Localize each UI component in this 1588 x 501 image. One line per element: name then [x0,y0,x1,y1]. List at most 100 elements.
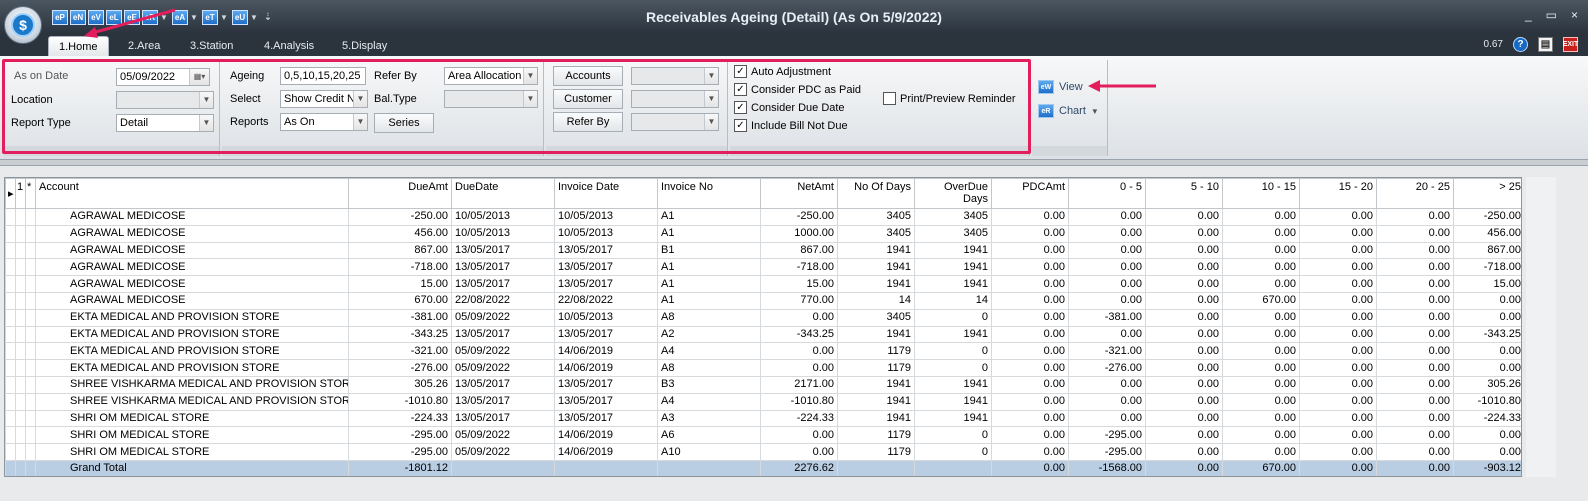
row-indicator-cell [25,342,36,361]
table-cell: 0.00 [1299,409,1377,428]
column-header-netamt[interactable]: NetAmt [760,178,838,209]
table-row[interactable]: AGRAWAL MEDICOSE -250.00 10/05/2013 10/05/2… [5,208,1521,226]
table-cell: A2 [657,325,761,344]
bal-type-select[interactable]: ▼ [444,90,538,108]
table-row[interactable]: SHREE VISHKARMA MEDICAL AND PROVISION ST… [5,392,1521,411]
table-cell: -224.33 [1453,409,1521,428]
auto-adjustment-checkbox[interactable]: ✓ Auto Adjustment [734,65,831,78]
table-cell: -250.00 [348,208,452,226]
app-menu-orb[interactable]: $ [4,6,42,44]
table-row[interactable]: SHRI OM MEDICAL STORE -295.00 05/09/2022 14… [5,443,1521,461]
accounts-button[interactable]: Accounts [553,66,623,86]
close-button[interactable]: × [1571,8,1578,22]
column-header-10-15[interactable]: 10 - 15 [1222,178,1300,209]
maximize-button[interactable]: ▭ [1546,8,1557,22]
chevron-down-icon[interactable]: ▼ [1091,107,1099,116]
table-cell: 0.00 [1145,342,1223,361]
table-row[interactable]: EKTA MEDICAL AND PROVISION STORE -343.25 1… [5,325,1521,344]
column-header-invoice-date[interactable]: Invoice Date [554,178,658,209]
column-header-5-10[interactable]: 5 - 10 [1145,178,1223,209]
chevron-down-icon[interactable]: ▼ [353,91,367,107]
table-cell: 13/05/2017 [451,375,555,394]
column-header-pdcamt[interactable]: PDCAmt [991,178,1069,209]
table-row[interactable]: AGRAWAL MEDICOSE 670.00 22/08/2022 22/08/20… [5,291,1521,310]
chevron-down-icon[interactable]: ▼ [523,68,537,84]
report-type-select[interactable]: Detail ▼ [116,114,214,132]
table-row[interactable]: AGRAWAL MEDICOSE 867.00 13/05/2017 13/05/20… [5,241,1521,260]
tab-analysis[interactable]: 4.Analysis [254,36,324,56]
ageing-input[interactable]: 0,5,10,15,20,25 [280,67,366,85]
chevron-down-icon[interactable]: ▼ [199,115,213,131]
chevron-down-icon[interactable]: ▼ [704,91,718,107]
table-row[interactable]: SHRI OM MEDICAL STORE -224.33 13/05/2017 13… [5,409,1521,428]
table-cell: A8 [657,308,761,327]
row-indicator-cell [25,224,36,243]
table-cell [451,459,555,476]
table-row[interactable]: EKTA MEDICAL AND PROVISION STORE -381.00 0… [5,308,1521,327]
table-row[interactable]: AGRAWAL MEDICOSE -718.00 13/05/2017 13/05/2… [5,258,1521,277]
group-footer [4,146,219,156]
column-header-no-of-days[interactable]: No Of Days [837,178,915,209]
table-cell: 10/05/2013 [554,308,658,327]
as-on-date-field[interactable]: 05/09/2022 ▦▾ [116,68,210,86]
column-header-overdue-days[interactable]: OverDue Days [914,178,992,209]
series-button[interactable]: Series [374,113,434,133]
table-cell: EKTA MEDICAL AND PROVISION STORE [35,342,349,361]
refer-by-button[interactable]: Refer By [553,112,623,132]
column-header-20-25[interactable]: 20 - 25 [1376,178,1454,209]
chevron-down-icon[interactable]: ▼ [704,114,718,130]
accounts-select[interactable]: ▼ [631,67,719,85]
table-cell: 0.00 [1222,208,1300,226]
table-row[interactable]: EKTA MEDICAL AND PROVISION STORE -276.00 0… [5,359,1521,377]
select-dropdown[interactable]: Show Credit No ▼ [280,90,368,108]
tab-home[interactable]: 1.Home [48,36,109,56]
column-header-0-5[interactable]: 0 - 5 [1068,178,1146,209]
minimize-button[interactable]: _ [1525,8,1532,22]
consider-due-date-checkbox[interactable]: ✓ Consider Due Date [734,101,845,114]
table-cell: 456.00 [348,224,452,243]
row-indicator-cell [5,459,16,476]
column-header-over-25[interactable]: > 25 [1453,178,1521,209]
print-preview-reminder-checkbox[interactable]: Print/Preview Reminder [883,92,1016,105]
calendar-icon[interactable]: ▦▾ [189,69,209,85]
splitter-bar[interactable] [0,160,1588,166]
grand-total-row[interactable]: Grand Total -1801.12 2276.62 0.00 -1568.00 0.… [5,459,1521,476]
chevron-down-icon[interactable]: ▼ [704,68,718,84]
column-header-invoice-no[interactable]: Invoice No [657,178,761,209]
consider-pdc-checkbox[interactable]: ✓ Consider PDC as Paid [734,83,861,96]
location-select[interactable]: ▼ [116,91,214,109]
help-icon[interactable]: ? [1513,37,1528,52]
table-cell: 0.00 [1299,426,1377,445]
column-header-account[interactable]: Account [35,178,349,209]
chart-button[interactable]: eR Chart ▼ [1038,104,1099,118]
table-cell: AGRAWAL MEDICOSE [35,291,349,310]
column-header-duedate[interactable]: DueDate [451,178,555,209]
include-bill-not-due-checkbox[interactable]: ✓ Include Bill Not Due [734,119,848,132]
customer-select[interactable]: ▼ [631,90,719,108]
select-value: Show Credit No [284,93,362,105]
table-row[interactable]: AGRAWAL MEDICOSE 456.00 10/05/2013 10/05/20… [5,224,1521,243]
exit-icon[interactable]: EXIT [1563,37,1578,52]
row-indicator-cell [5,258,16,277]
chevron-down-icon[interactable]: ▼ [523,91,537,107]
tab-station[interactable]: 3.Station [180,36,243,56]
chevron-down-icon[interactable]: ▼ [199,92,213,108]
table-row[interactable]: AGRAWAL MEDICOSE 15.00 13/05/2017 13/05/201… [5,275,1521,293]
customer-button[interactable]: Customer [553,89,623,109]
table-row[interactable]: SHRI OM MEDICAL STORE -295.00 05/09/2022 14… [5,426,1521,445]
table-row[interactable]: EKTA MEDICAL AND PROVISION STORE -321.00 0… [5,342,1521,361]
tab-area[interactable]: 2.Area [118,36,170,56]
table-cell: 0.00 [760,308,838,327]
refer-by-filter-select[interactable]: ▼ [631,113,719,131]
table-row[interactable]: SHREE VISHKARMA MEDICAL AND PROVISION ST… [5,375,1521,394]
refer-by-select[interactable]: Area Allocation ▼ [444,67,538,85]
column-header-dueamt[interactable]: DueAmt [348,178,452,209]
row-indicator-cell [5,241,16,260]
print-icon[interactable]: ▤ [1538,37,1553,52]
tab-display[interactable]: 5.Display [332,36,397,56]
table-cell: 0.00 [991,291,1069,310]
reports-select[interactable]: As On ▼ [280,113,368,131]
chevron-down-icon[interactable]: ▼ [353,114,367,130]
view-button[interactable]: eW View [1038,80,1083,94]
column-header-15-20[interactable]: 15 - 20 [1299,178,1377,209]
